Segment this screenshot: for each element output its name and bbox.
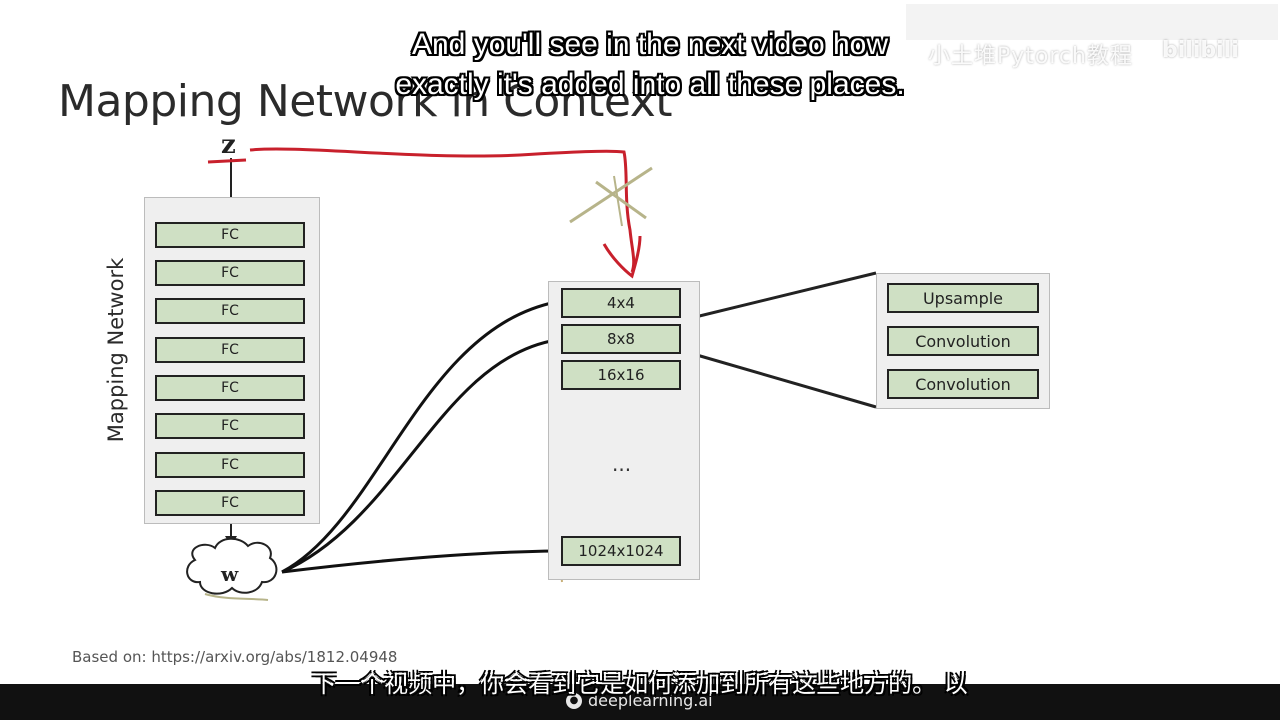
w-to-1024-arrow <box>281 549 557 574</box>
watermark-text: 小土堆Pytorch教程 <box>928 44 1133 69</box>
z-strike-annotation <box>207 158 247 164</box>
fc-layer-2: FC <box>155 260 305 286</box>
block-detail-panel: Upsample Convolution Convolution <box>876 273 1050 409</box>
fc-layer-4: FC <box>155 337 305 363</box>
upsample-op: Upsample <box>887 283 1039 313</box>
block-8x8: 8x8 <box>561 324 681 354</box>
fc-layer-6: FC <box>155 413 305 439</box>
detail-zoom-line-bottom <box>682 349 877 409</box>
block-16x16: 16x16 <box>561 360 681 390</box>
synthesis-ellipsis: ... <box>612 452 632 476</box>
fc-layer-5: FC <box>155 375 305 401</box>
watermark-box <box>906 4 1278 40</box>
convolution-op-2: Convolution <box>887 369 1039 399</box>
fc-layer-3: FC <box>155 298 305 324</box>
mapping-network-label: Mapping Network <box>104 257 128 443</box>
subtitle-chinese: 下一个视频中，你会看到它是如何添加到所有这些地方的。 以 <box>312 670 968 698</box>
synthesis-network-panel: 4x4 8x8 16x16 1024x1024 <box>548 281 700 580</box>
subtitle-english-line-2: exactly it's added into all these places… <box>395 68 905 101</box>
z-input-label: z <box>221 130 236 160</box>
fc-layer-1: FC <box>155 222 305 248</box>
w-underline-annotation <box>204 593 269 601</box>
w-output-label: w <box>221 562 239 586</box>
convolution-op-1: Convolution <box>887 326 1039 356</box>
detail-zoom-line-top <box>682 271 877 322</box>
fc-layer-8: FC <box>155 490 305 516</box>
w-to-4x4-arrow <box>281 300 557 574</box>
fc-layer-7: FC <box>155 452 305 478</box>
subtitle-english-line-1: And you'll see in the next video how <box>411 28 889 61</box>
w-to-8x8-arrow <box>281 338 557 574</box>
mapping-network-panel: FC FC FC FC FC FC FC FC <box>144 197 320 524</box>
block-1024x1024: 1024x1024 <box>561 536 681 566</box>
block-4x4: 4x4 <box>561 288 681 318</box>
bilibili-logo-icon: bilibili <box>1162 38 1239 63</box>
